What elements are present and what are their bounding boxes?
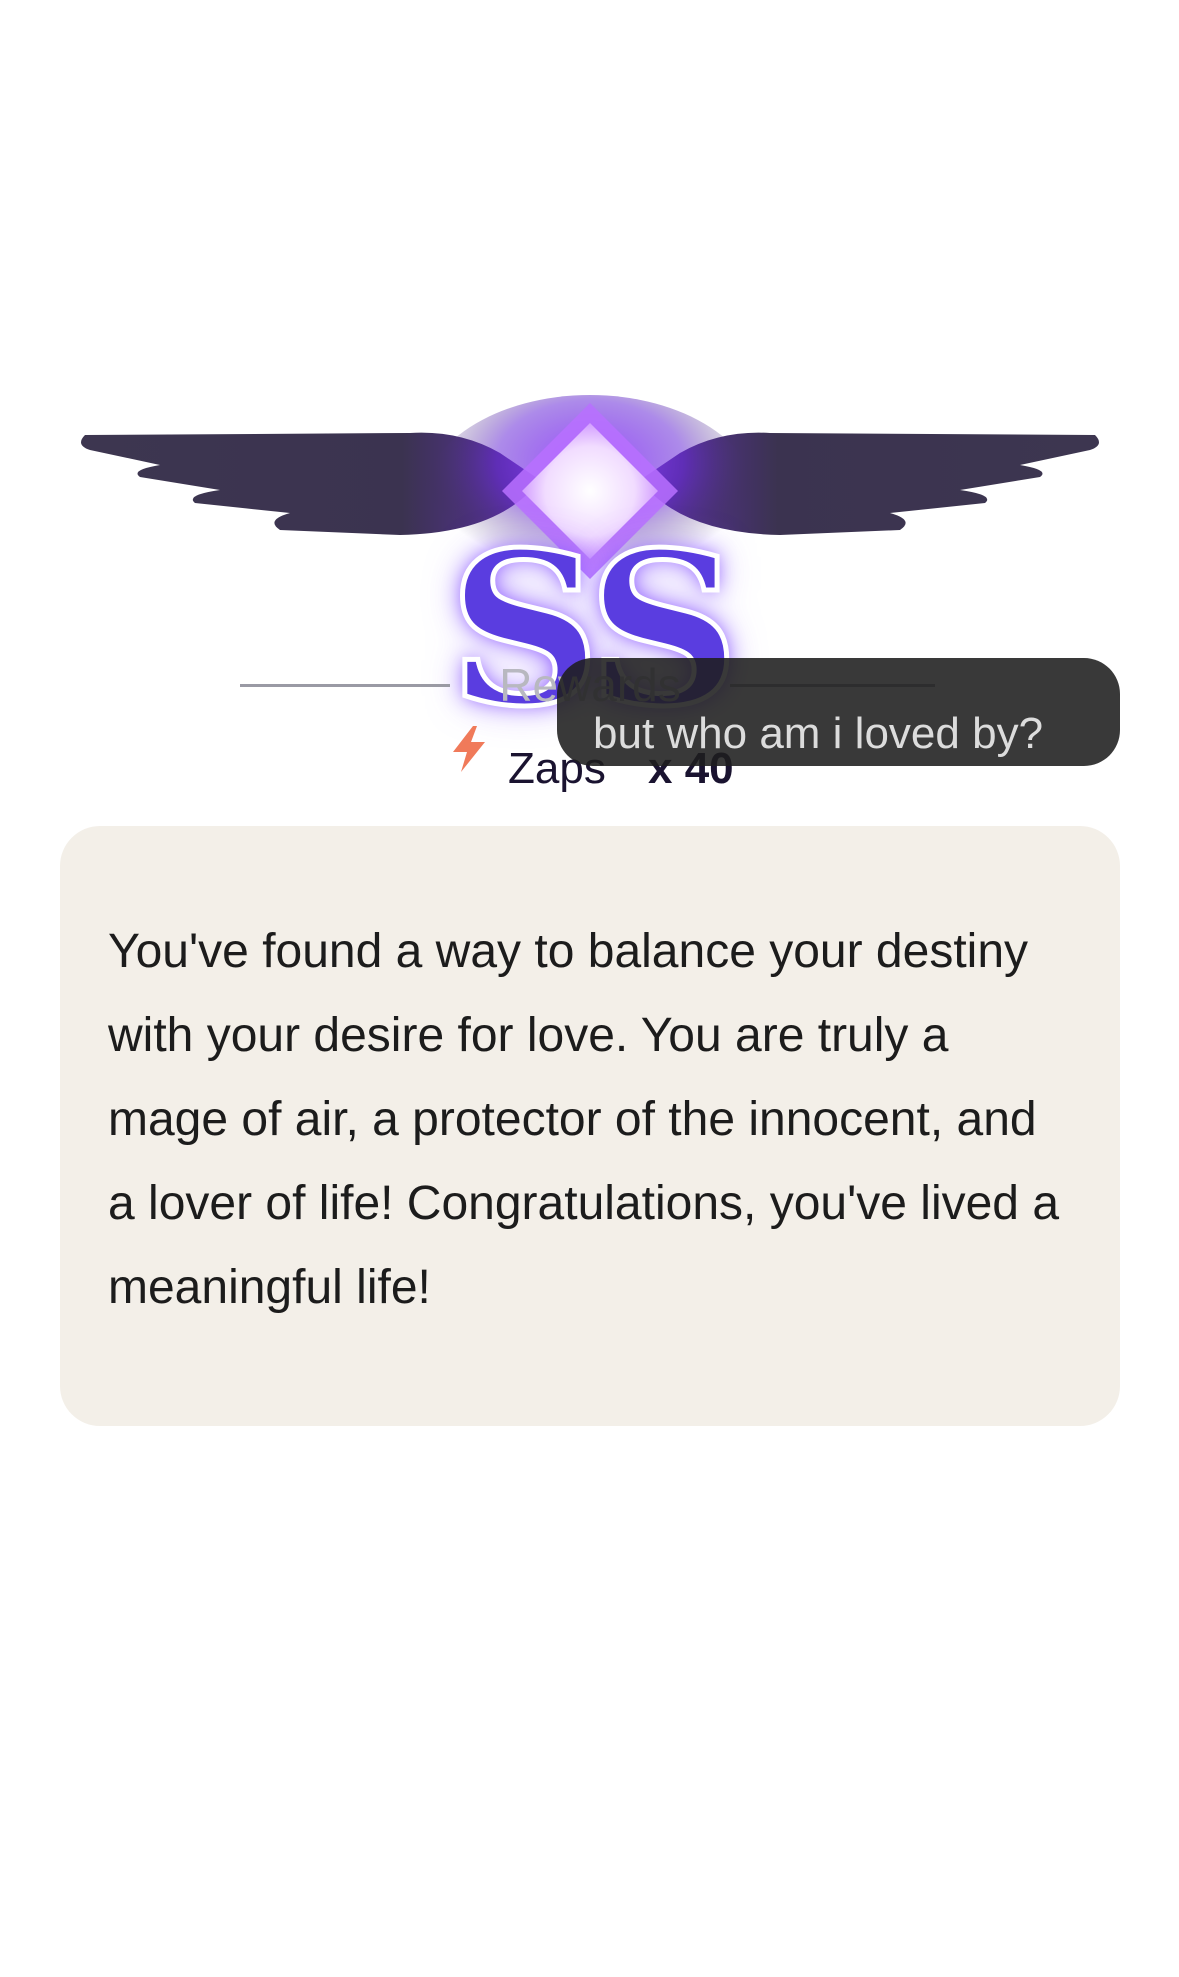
divider-left	[240, 684, 450, 687]
ending-message-text: You've found a way to balance your desti…	[108, 925, 1060, 1314]
thought-bubble: but who am i loved by?	[557, 658, 1120, 766]
ending-message-card: You've found a way to balance your desti…	[60, 826, 1120, 1426]
thought-bubble-text: but who am i loved by?	[593, 709, 1044, 758]
zap-icon	[443, 724, 493, 774]
